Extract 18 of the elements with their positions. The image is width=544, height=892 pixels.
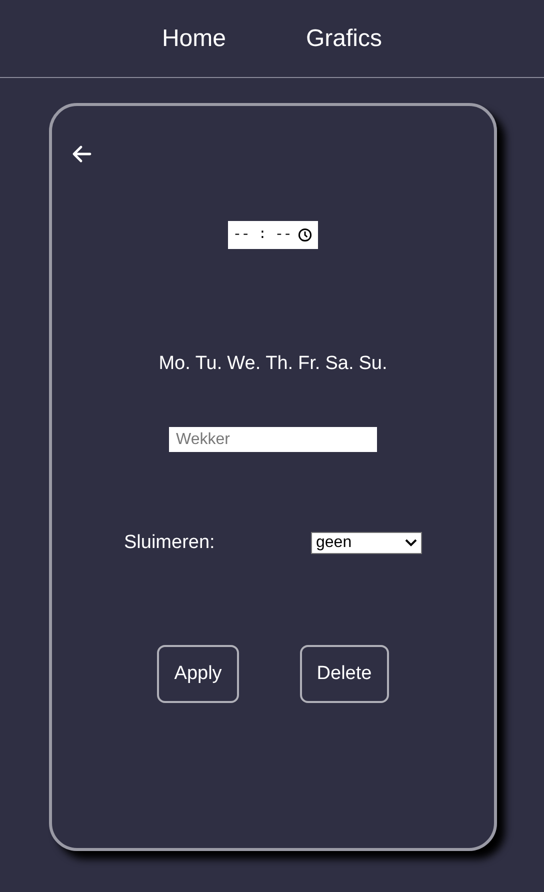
time-value: -- : --	[233, 227, 292, 243]
nav-link[interactable]: Grafics	[306, 24, 382, 52]
snooze-label: Sluimeren:	[124, 532, 215, 554]
action-button[interactable]: Delete	[300, 645, 389, 703]
clock-icon	[298, 228, 312, 242]
weekday-label[interactable]: We.	[227, 353, 261, 375]
weekday-label[interactable]: Mo.	[158, 353, 190, 375]
weekday-label[interactable]: Su.	[358, 353, 388, 375]
weekday-label[interactable]: Th.	[266, 353, 294, 375]
time-field[interactable]: -- : --	[228, 221, 318, 249]
name-input-field[interactable]: Wekker	[169, 427, 377, 452]
weekday-label[interactable]: Tu.	[195, 353, 222, 375]
snooze-dropdown[interactable]: geen	[311, 532, 422, 554]
nav-link[interactable]: Home	[162, 24, 226, 52]
chevron-down-icon	[405, 539, 417, 547]
weekday-label[interactable]: Fr.	[298, 353, 320, 375]
action-button[interactable]: Apply	[157, 645, 239, 703]
weekday-label[interactable]: Sa.	[325, 353, 354, 375]
